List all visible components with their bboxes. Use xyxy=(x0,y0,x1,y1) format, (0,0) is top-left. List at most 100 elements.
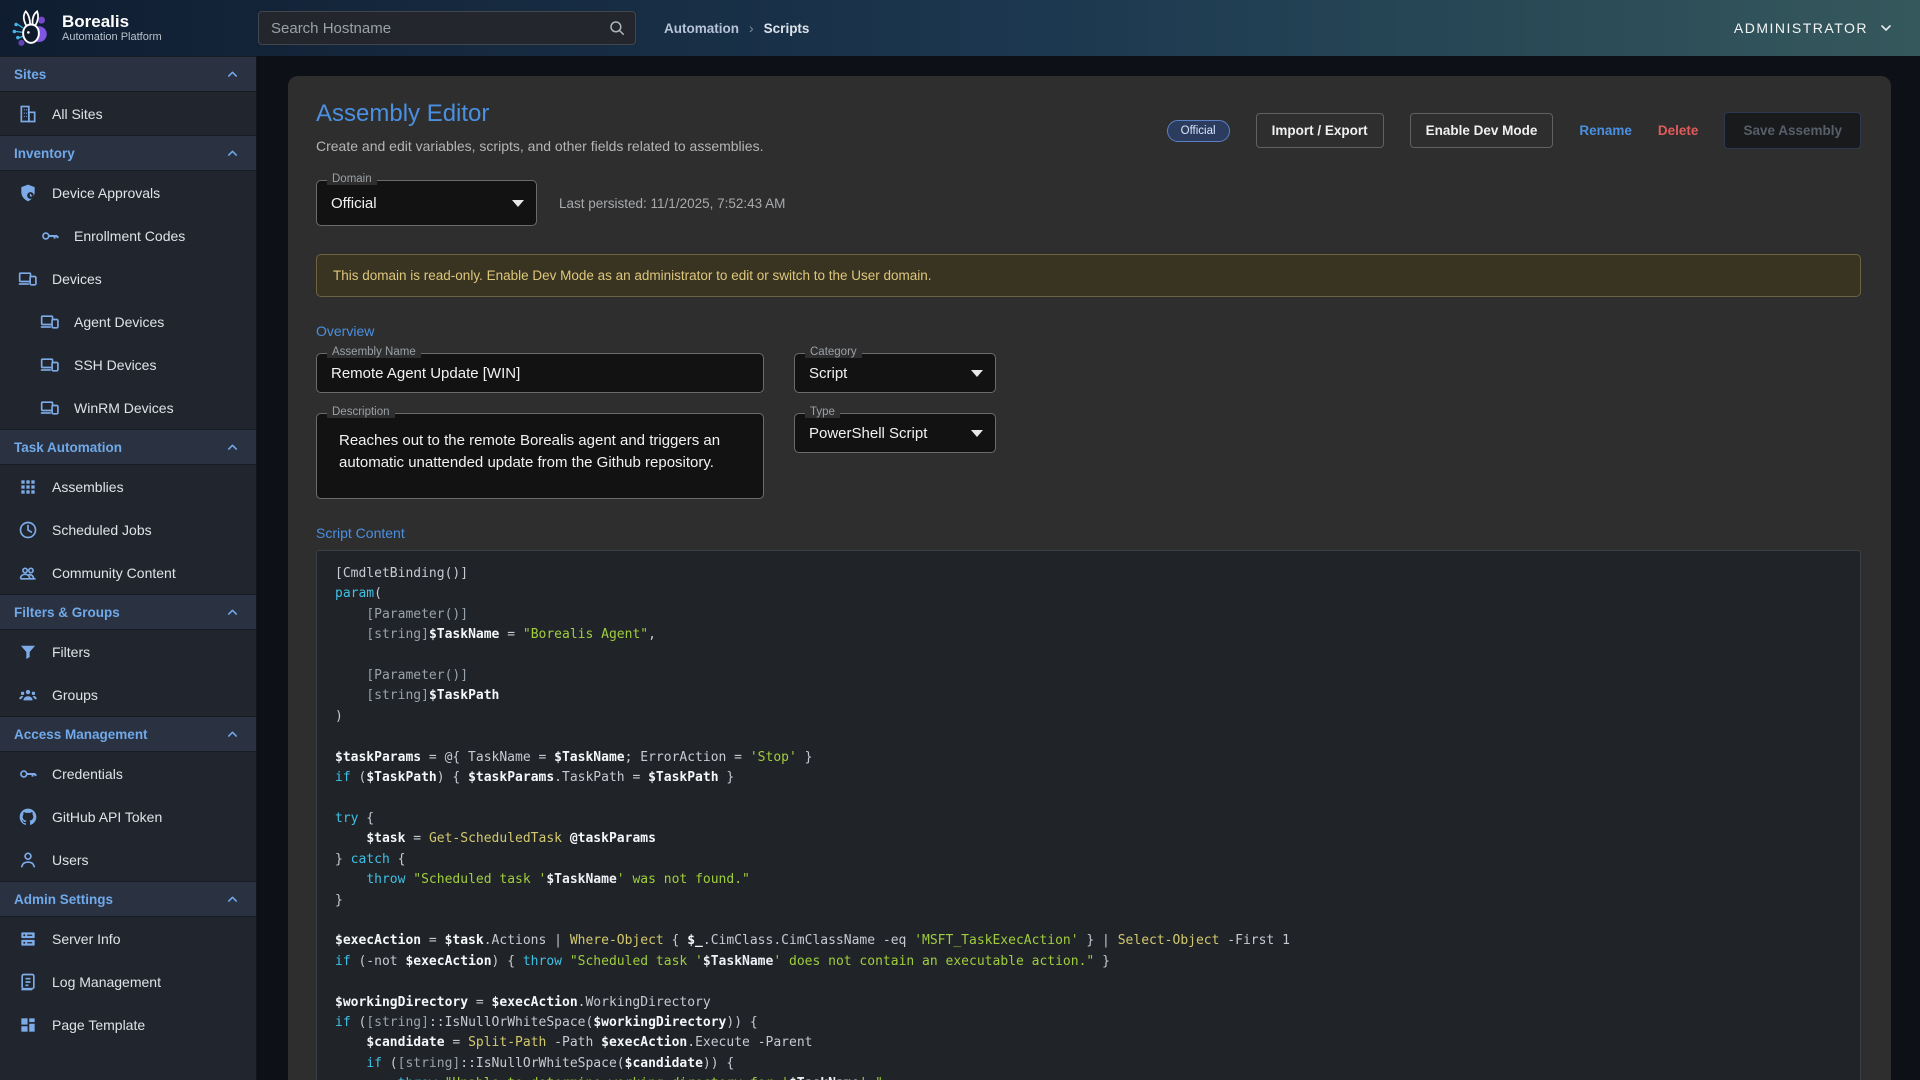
user-menu-administrator[interactable]: ADMINISTRATOR xyxy=(1734,20,1894,36)
domain-select[interactable]: Domain Official xyxy=(316,180,537,226)
sidebar-section-filters-groups[interactable]: Filters & Groups xyxy=(0,594,256,630)
brand-name: Borealis xyxy=(62,13,162,32)
category-select-value: Script xyxy=(809,365,847,382)
sidebar-item-users[interactable]: Users xyxy=(0,838,256,881)
sidebar-item-log-management[interactable]: Log Management xyxy=(0,960,256,1003)
caret-down-icon xyxy=(512,200,524,207)
sidebar-section-admin-settings[interactable]: Admin Settings xyxy=(0,881,256,917)
chevron-up-icon xyxy=(225,67,240,82)
sidebar-item-label: Page Template xyxy=(52,1017,145,1033)
sidebar-section-label: Filters & Groups xyxy=(14,605,120,620)
sidebar-item-devices[interactable]: Devices xyxy=(0,257,256,300)
import-export-button[interactable]: Import / Export xyxy=(1256,113,1384,148)
brand-tagline: Automation Platform xyxy=(62,31,162,43)
delete-button[interactable]: Delete xyxy=(1658,123,1699,138)
clock-icon xyxy=(18,520,38,540)
sidebar-section-task-automation[interactable]: Task Automation xyxy=(0,429,256,465)
chevron-down-icon xyxy=(1878,20,1894,36)
search-icon xyxy=(608,19,626,37)
official-badge: Official xyxy=(1167,120,1230,142)
sidebar-item-label: Agent Devices xyxy=(74,314,164,330)
sidebar-item-ssh-devices[interactable]: SSH Devices xyxy=(0,343,256,386)
rename-button[interactable]: Rename xyxy=(1579,123,1632,138)
sidebar-item-label: Device Approvals xyxy=(52,185,160,201)
sidebar-item-groups[interactable]: Groups xyxy=(0,673,256,716)
sidebar-item-label: Filters xyxy=(52,644,90,660)
sidebar-section-label: Task Automation xyxy=(14,440,122,455)
devices-icon xyxy=(40,355,60,375)
sidebar-section-label: Admin Settings xyxy=(14,892,113,907)
assembly-name-value: Remote Agent Update [WIN] xyxy=(331,365,520,382)
script-content-section-label: Script Content xyxy=(316,525,1861,541)
sidebar-section-label: Inventory xyxy=(14,146,75,161)
sidebar-section-inventory[interactable]: Inventory xyxy=(0,135,256,171)
sidebar-item-page-template[interactable]: Page Template xyxy=(0,1003,256,1046)
sidebar-section-label: Access Management xyxy=(14,727,148,742)
sidebar-item-scheduled-jobs[interactable]: Scheduled Jobs xyxy=(0,508,256,551)
log-icon xyxy=(18,972,38,992)
search-input[interactable] xyxy=(258,11,636,45)
sidebar-item-winrm-devices[interactable]: WinRM Devices xyxy=(0,386,256,429)
page-title: Assembly Editor xyxy=(316,100,763,128)
breadcrumb-scripts[interactable]: Scripts xyxy=(764,21,810,36)
sidebar-item-github-api-token[interactable]: GitHub API Token xyxy=(0,795,256,838)
layout-icon xyxy=(18,1015,38,1035)
sidebar-item-label: Scheduled Jobs xyxy=(52,522,152,538)
chevron-up-icon xyxy=(225,440,240,455)
sidebar-item-assemblies[interactable]: Assemblies xyxy=(0,465,256,508)
page-subtitle: Create and edit variables, scripts, and … xyxy=(316,138,763,154)
devices-icon xyxy=(18,269,38,289)
sidebar-section-access-management[interactable]: Access Management xyxy=(0,716,256,752)
assembly-editor-card: Assembly Editor Create and edit variable… xyxy=(288,76,1891,1080)
sidebar-item-label: Log Management xyxy=(52,974,161,990)
save-assembly-button[interactable]: Save Assembly xyxy=(1724,112,1861,149)
breadcrumb-separator-icon: › xyxy=(749,20,754,36)
devices-icon xyxy=(40,312,60,332)
sidebar-item-label: Assemblies xyxy=(52,479,124,495)
sidebar-item-agent-devices[interactable]: Agent Devices xyxy=(0,300,256,343)
devices-icon xyxy=(40,398,60,418)
sidebar-item-device-approvals[interactable]: Device Approvals xyxy=(0,171,256,214)
sidebar-item-filters[interactable]: Filters xyxy=(0,630,256,673)
sidebar-item-label: Users xyxy=(52,852,89,868)
script-code: [CmdletBinding()] param( [Parameter()] [… xyxy=(335,564,1842,1080)
breadcrumb-automation[interactable]: Automation xyxy=(664,21,739,36)
description-field[interactable]: Description Reaches out to the remote Bo… xyxy=(316,413,764,499)
key-icon xyxy=(40,226,60,246)
sidebar-item-label: Community Content xyxy=(52,565,176,581)
sidebar-item-label: Credentials xyxy=(52,766,123,782)
last-persisted-text: Last persisted: 11/1/2025, 7:52:43 AM xyxy=(559,196,785,211)
sidebar-section-label: Sites xyxy=(14,67,46,82)
category-select-label: Category xyxy=(805,346,862,358)
type-select[interactable]: Type PowerShell Script xyxy=(794,413,996,453)
sidebar-item-community-content[interactable]: Community Content xyxy=(0,551,256,594)
script-editor[interactable]: [CmdletBinding()] param( [Parameter()] [… xyxy=(316,550,1861,1080)
caret-down-icon xyxy=(971,370,983,377)
grid-icon xyxy=(18,477,38,497)
server-icon xyxy=(18,929,38,949)
chevron-up-icon xyxy=(225,605,240,620)
main-content: Assembly Editor Create and edit variable… xyxy=(257,56,1920,1080)
sidebar-item-enrollment-codes[interactable]: Enrollment Codes xyxy=(0,214,256,257)
read-only-warning-banner: This domain is read-only. Enable Dev Mod… xyxy=(316,254,1861,297)
github-icon xyxy=(18,807,38,827)
sidebar-item-server-info[interactable]: Server Info xyxy=(0,917,256,960)
top-bar: Borealis Automation Platform Automation … xyxy=(0,0,1920,56)
chevron-up-icon xyxy=(225,727,240,742)
chevron-up-icon xyxy=(225,892,240,907)
group-icon xyxy=(18,685,38,705)
brand: Borealis Automation Platform xyxy=(0,7,257,49)
sidebar-item-label: Devices xyxy=(52,271,102,287)
sidebar-item-credentials[interactable]: Credentials xyxy=(0,752,256,795)
sidebar-item-all-sites[interactable]: All Sites xyxy=(0,92,256,135)
sidebar-section-sites[interactable]: Sites xyxy=(0,56,256,92)
breadcrumb: Automation › Scripts xyxy=(664,20,809,36)
category-select[interactable]: Category Script xyxy=(794,353,996,393)
enable-dev-mode-button[interactable]: Enable Dev Mode xyxy=(1410,113,1554,148)
type-select-value: PowerShell Script xyxy=(809,425,927,442)
user-icon xyxy=(18,850,38,870)
assembly-name-field[interactable]: Assembly Name Remote Agent Update [WIN] xyxy=(316,353,764,393)
description-label: Description xyxy=(327,406,395,418)
sidebar-item-label: Enrollment Codes xyxy=(74,228,185,244)
key-icon xyxy=(18,764,38,784)
